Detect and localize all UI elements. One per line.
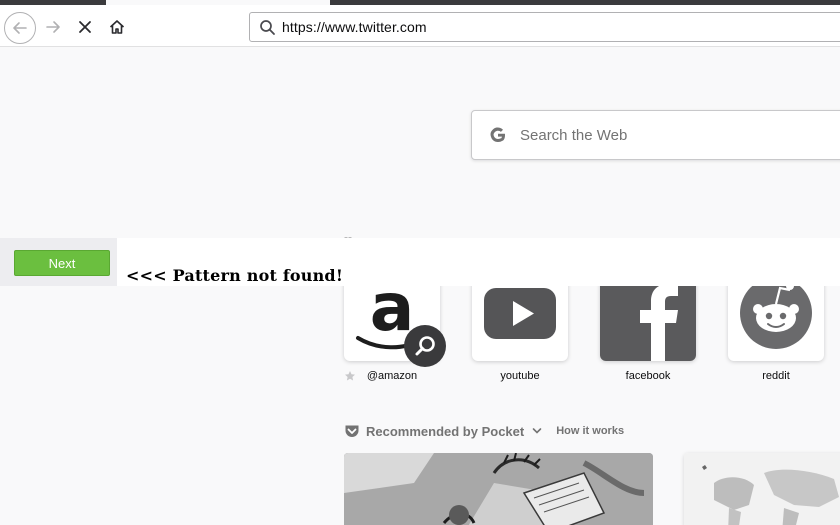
url-bar[interactable]: https://www.twitter.com xyxy=(249,12,840,42)
home-button[interactable] xyxy=(104,14,130,40)
world-map-illustration xyxy=(684,453,840,525)
close-icon xyxy=(79,21,91,33)
pocket-section-title[interactable]: Recommended by Pocket xyxy=(366,424,524,439)
find-status-message: <<< Pattern not found! xyxy=(126,266,344,285)
chevron-down-icon[interactable] xyxy=(532,426,542,436)
navigation-toolbar: https://www.twitter.com xyxy=(0,5,840,47)
magnifier-icon xyxy=(415,336,435,356)
search-shortcut-badge xyxy=(404,325,446,367)
web-search-placeholder[interactable]: Search the Web xyxy=(520,127,627,144)
pocket-story-card[interactable] xyxy=(344,453,653,525)
pocket-icon xyxy=(345,425,359,437)
top-site-label-youtube[interactable]: youtube xyxy=(472,370,568,382)
stop-button[interactable] xyxy=(72,14,98,40)
top-site-label-amazon[interactable]: @amazon xyxy=(344,370,440,382)
arrow-left-icon xyxy=(13,22,27,34)
arrow-right-icon xyxy=(46,21,60,33)
story-illustration xyxy=(344,453,653,525)
top-site-label-reddit[interactable]: reddit xyxy=(728,370,824,382)
pocket-section-header: Recommended by Pocket How it works xyxy=(344,423,624,439)
pocket-story-card[interactable] xyxy=(684,453,840,525)
find-bar: Next <<< Pattern not found! xyxy=(0,238,840,286)
find-bar-controls: Next xyxy=(0,238,117,286)
url-text[interactable]: https://www.twitter.com xyxy=(282,19,427,35)
find-next-button[interactable]: Next xyxy=(14,250,110,276)
search-icon xyxy=(252,13,282,41)
back-button[interactable] xyxy=(4,12,36,44)
forward-button[interactable] xyxy=(40,14,66,40)
home-icon xyxy=(109,20,125,34)
how-it-works-link[interactable]: How it works xyxy=(556,425,624,437)
top-site-label-facebook[interactable]: facebook xyxy=(600,370,696,382)
web-search-box[interactable]: Search the Web xyxy=(471,110,840,160)
google-icon xyxy=(486,123,510,147)
